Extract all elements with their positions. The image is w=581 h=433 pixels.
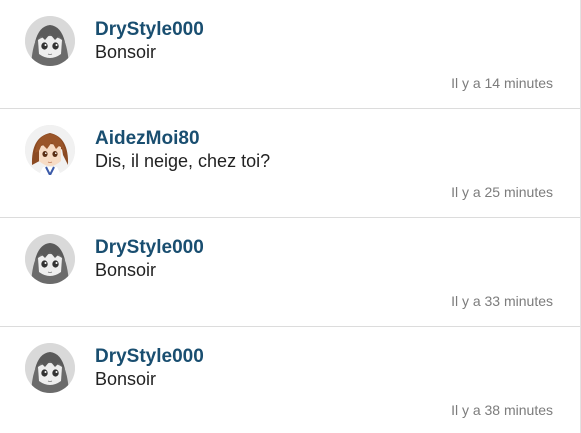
avatar[interactable] xyxy=(25,125,75,175)
username[interactable]: DryStyle000 xyxy=(95,346,204,368)
username[interactable]: AidezMoi80 xyxy=(95,128,200,150)
message-item[interactable]: DryStyle000 Bonsoir Il y a 14 minutes xyxy=(0,0,580,109)
message-text: Bonsoir xyxy=(95,369,157,389)
timestamp: Il y a 38 minutes xyxy=(451,402,553,418)
avatar[interactable] xyxy=(25,16,75,66)
message-text: Dis, il neige, chez toi? xyxy=(95,151,271,171)
message-text: Bonsoir xyxy=(95,260,157,280)
gray-anime-avatar-icon xyxy=(25,234,75,284)
message-item[interactable]: DryStyle000 Bonsoir Il y a 38 minutes xyxy=(0,327,580,433)
message-item[interactable]: AidezMoi80 Dis, il neige, chez toi? Il y… xyxy=(0,109,580,218)
timestamp: Il y a 33 minutes xyxy=(451,293,553,309)
avatar[interactable] xyxy=(25,234,75,284)
gray-anime-avatar-icon xyxy=(25,16,75,66)
gray-anime-avatar-icon xyxy=(25,343,75,393)
timestamp: Il y a 25 minutes xyxy=(451,184,553,200)
timestamp: Il y a 14 minutes xyxy=(451,75,553,91)
message-item[interactable]: DryStyle000 Bonsoir Il y a 33 minutes xyxy=(0,218,580,327)
brown-hair-anime-avatar-icon xyxy=(25,125,75,175)
message-text: Bonsoir xyxy=(95,42,157,62)
message-feed: DryStyle000 Bonsoir Il y a 14 minutes Ai… xyxy=(0,0,581,433)
username[interactable]: DryStyle000 xyxy=(95,19,204,41)
username[interactable]: DryStyle000 xyxy=(95,237,204,259)
avatar[interactable] xyxy=(25,343,75,393)
